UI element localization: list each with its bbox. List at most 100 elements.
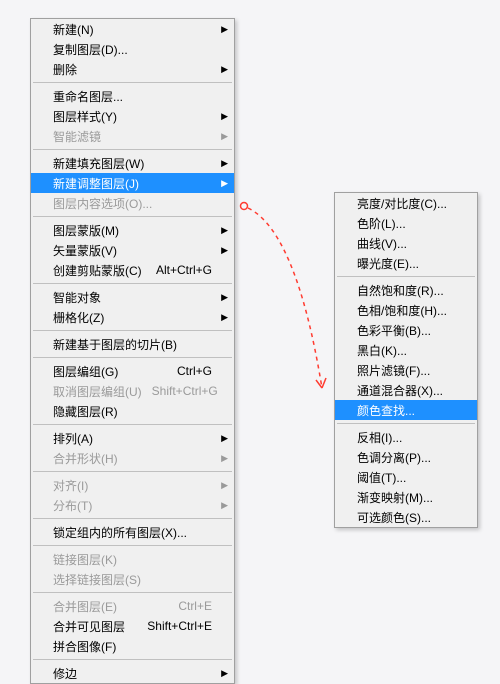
menu-item-label: 色阶(L)...: [357, 215, 455, 232]
menu-item[interactable]: 隐藏图层(R): [31, 401, 234, 421]
menu-item: 选择链接图层(S): [31, 569, 234, 589]
main-context-menu: 新建(N)▶复制图层(D)...删除▶重命名图层...图层样式(Y)▶智能滤镜▶…: [30, 18, 235, 684]
menu-item-label: 亮度/对比度(C)...: [357, 195, 455, 212]
menu-item-label: 通道混合器(X)...: [357, 382, 455, 399]
menu-item[interactable]: 新建调整图层(J) ▶: [31, 173, 234, 193]
menu-item[interactable]: 黑白(K)...: [335, 340, 477, 360]
menu-item[interactable]: 矢量蒙版(V)▶: [31, 240, 234, 260]
separator: [33, 82, 232, 83]
menu-item[interactable]: 图层样式(Y) ▶: [31, 106, 234, 126]
menu-item[interactable]: 图层蒙版(M) ▶: [31, 220, 234, 240]
menu-item-shortcut: Alt+Ctrl+G: [156, 263, 212, 277]
menu-item-label: 新建填充图层(W): [53, 155, 212, 172]
menu-item-label: 色相/饱和度(H)...: [357, 302, 455, 319]
menu-item[interactable]: 曲线(V)...: [335, 233, 477, 253]
menu-item[interactable]: 重命名图层...: [31, 86, 234, 106]
menu-item-label: 排列(A): [53, 430, 212, 447]
menu-item[interactable]: 颜色查找...: [335, 400, 477, 420]
menu-item[interactable]: 新建基于图层的切片(B): [31, 334, 234, 354]
menu-item-label: 图层内容选项(O)...: [53, 195, 212, 212]
menu-item[interactable]: 删除 ▶: [31, 59, 234, 79]
menu-item[interactable]: 渐变映射(M)...: [335, 487, 477, 507]
menu-item-shortcut: Ctrl+G: [177, 364, 212, 378]
menu-item-label: 颜色查找...: [357, 402, 455, 419]
menu-item: 取消图层编组(U)Shift+Ctrl+G: [31, 381, 234, 401]
menu-item-label: 锁定组内的所有图层(X)...: [53, 524, 212, 541]
submenu-arrow-icon: ▶: [221, 64, 228, 75]
menu-item-label: 对齐(I): [53, 477, 212, 494]
submenu-arrow-icon: ▶: [221, 158, 228, 169]
menu-item[interactable]: 图层编组(G)Ctrl+G: [31, 361, 234, 381]
menu-item-label: 色彩平衡(B)...: [357, 322, 455, 339]
menu-item: 对齐(I) ▶: [31, 475, 234, 495]
menu-item[interactable]: 排列(A)▶: [31, 428, 234, 448]
menu-item[interactable]: 合并可见图层Shift+Ctrl+E: [31, 616, 234, 636]
menu-item-label: 可选颜色(S)...: [357, 509, 455, 526]
menu-item[interactable]: 曝光度(E)...: [335, 253, 477, 273]
menu-item-label: 自然饱和度(R)...: [357, 282, 455, 299]
submenu-arrow-icon: ▶: [221, 312, 228, 323]
separator: [33, 330, 232, 331]
menu-item[interactable]: 修边▶: [31, 663, 234, 683]
menu-item-label: 图层蒙版(M): [53, 222, 212, 239]
menu-item-label: 图层样式(Y): [53, 108, 212, 125]
separator: [33, 283, 232, 284]
menu-item-label: 黑白(K)...: [357, 342, 455, 359]
submenu-arrow-icon: ▶: [221, 24, 228, 35]
menu-item-label: 拼合图像(F): [53, 638, 212, 655]
menu-item[interactable]: 通道混合器(X)...: [335, 380, 477, 400]
menu-item-label: 删除: [53, 61, 212, 78]
menu-item-label: 取消图层编组(U): [53, 383, 142, 400]
menu-item[interactable]: 创建剪贴蒙版(C)Alt+Ctrl+G: [31, 260, 234, 280]
separator: [337, 276, 475, 277]
separator: [33, 659, 232, 660]
submenu-arrow-icon: ▶: [221, 111, 228, 122]
menu-item[interactable]: 新建(N)▶: [31, 19, 234, 39]
menu-item-label: 新建调整图层(J): [53, 175, 212, 192]
menu-item[interactable]: 栅格化(Z) ▶: [31, 307, 234, 327]
menu-item-label: 合并可见图层: [53, 618, 137, 635]
menu-item-label: 色调分离(P)...: [357, 449, 455, 466]
menu-item[interactable]: 色阶(L)...: [335, 213, 477, 233]
menu-item[interactable]: 反相(I)...: [335, 427, 477, 447]
menu-item[interactable]: 色彩平衡(B)...: [335, 320, 477, 340]
menu-item[interactable]: 拼合图像(F): [31, 636, 234, 656]
menu-item[interactable]: 可选颜色(S)...: [335, 507, 477, 527]
separator: [33, 216, 232, 217]
menu-item: 链接图层(K): [31, 549, 234, 569]
menu-item[interactable]: 照片滤镜(F)...: [335, 360, 477, 380]
menu-item-label: 照片滤镜(F)...: [357, 362, 455, 379]
menu-item: 图层内容选项(O)...: [31, 193, 234, 213]
menu-item-label: 合并图层(E): [53, 598, 168, 615]
menu-item[interactable]: 色相/饱和度(H)...: [335, 300, 477, 320]
menu-item[interactable]: 色调分离(P)...: [335, 447, 477, 467]
menu-item-label: 分布(T): [53, 497, 212, 514]
menu-item-label: 隐藏图层(R): [53, 403, 212, 420]
submenu-arrow-icon: ▶: [221, 480, 228, 491]
adjustment-layer-submenu: 亮度/对比度(C)... 色阶(L)... 曲线(V)... 曝光度(E)... 自然饱…: [334, 192, 478, 528]
menu-item[interactable]: 亮度/对比度(C)...: [335, 193, 477, 213]
menu-item-label: 曝光度(E)...: [357, 255, 455, 272]
annotation-arrow: [238, 200, 334, 400]
submenu-arrow-icon: ▶: [221, 668, 228, 679]
menu-item[interactable]: 复制图层(D)...: [31, 39, 234, 59]
menu-item-label: 栅格化(Z): [53, 309, 212, 326]
menu-item[interactable]: 自然饱和度(R)...: [335, 280, 477, 300]
menu-item-label: 合并形状(H): [53, 450, 212, 467]
separator: [33, 545, 232, 546]
separator: [33, 149, 232, 150]
menu-item-label: 曲线(V)...: [357, 235, 455, 252]
menu-item: 合并形状(H)▶: [31, 448, 234, 468]
menu-item-label: 链接图层(K): [53, 551, 212, 568]
separator: [33, 424, 232, 425]
menu-item[interactable]: 锁定组内的所有图层(X)...: [31, 522, 234, 542]
menu-item-label: 矢量蒙版(V): [53, 242, 212, 259]
menu-item[interactable]: 阈值(T)...: [335, 467, 477, 487]
menu-item[interactable]: 新建填充图层(W) ▶: [31, 153, 234, 173]
separator: [33, 518, 232, 519]
menu-item[interactable]: 智能对象▶: [31, 287, 234, 307]
menu-item-label: 渐变映射(M)...: [357, 489, 455, 506]
submenu-arrow-icon: ▶: [221, 225, 228, 236]
menu-item: 分布(T)▶: [31, 495, 234, 515]
submenu-arrow-icon: ▶: [221, 178, 228, 189]
